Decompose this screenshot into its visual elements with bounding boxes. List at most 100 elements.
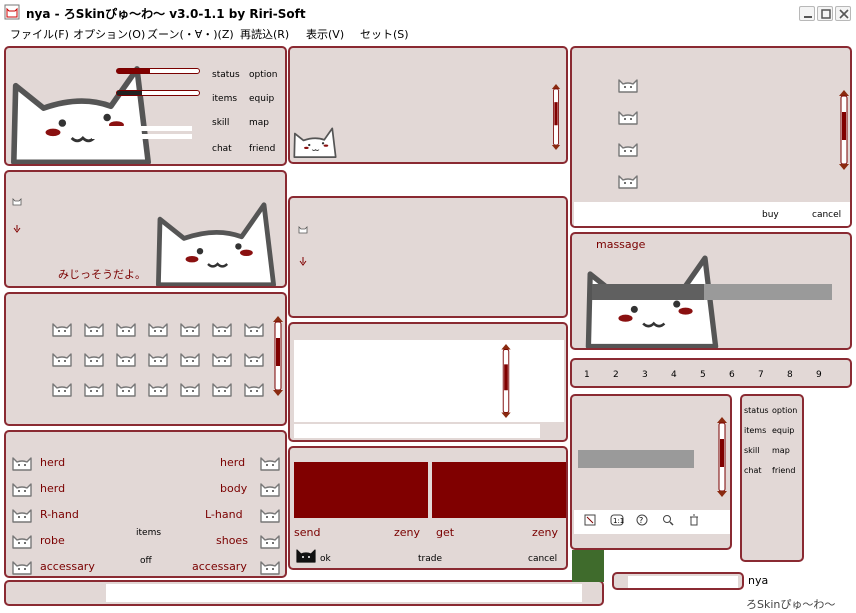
friend-button[interactable]: friend	[249, 144, 275, 154]
inventory-slot-cat-icon[interactable]	[114, 348, 138, 368]
mini-option-button[interactable]: option	[772, 406, 797, 415]
inventory-slot-cat-icon[interactable]	[242, 348, 266, 368]
inventory-slot-cat-icon[interactable]	[178, 378, 202, 398]
shop-slot-cat-icon[interactable]	[616, 170, 640, 190]
maximize-button[interactable]	[817, 6, 833, 21]
map-button[interactable]: map	[249, 118, 269, 128]
items-button[interactable]: items	[212, 94, 237, 104]
menu-file[interactable]: ファイル(F)	[10, 26, 69, 42]
inventory-slot-cat-icon[interactable]	[146, 348, 170, 368]
trash-icon[interactable]	[688, 514, 700, 526]
chat-input[interactable]	[106, 584, 582, 602]
inventory-slot-cat-icon[interactable]	[242, 378, 266, 398]
equip-slot-cat-icon[interactable]	[10, 530, 34, 550]
log-input[interactable]	[294, 424, 540, 438]
guild-window	[288, 196, 568, 318]
inventory-slot-cat-icon[interactable]	[242, 318, 266, 338]
equip-items-button[interactable]: items	[136, 528, 161, 538]
trade-cancel-button[interactable]: cancel	[528, 554, 557, 564]
shop-slot-cat-icon[interactable]	[616, 138, 640, 158]
inventory-slot-cat-icon[interactable]	[210, 318, 234, 338]
hotkey-bar: 1 2 3 4 5 6 7 8 9	[570, 354, 854, 388]
scrollbar[interactable]	[716, 414, 728, 500]
scrollbar[interactable]	[550, 84, 562, 150]
hotkey-slot-3[interactable]: 3	[642, 370, 648, 380]
equip-slot-cat-icon[interactable]	[10, 478, 34, 498]
hotkey-slot-8[interactable]: 8	[787, 370, 793, 380]
menu-option[interactable]: オプション(O)	[73, 26, 145, 42]
inventory-slot-cat-icon[interactable]	[210, 348, 234, 368]
shop-cancel-button[interactable]: cancel	[812, 210, 841, 220]
equip-button[interactable]: equip	[249, 94, 274, 104]
mini-map-button[interactable]: map	[772, 446, 790, 455]
inventory-slot-cat-icon[interactable]	[114, 378, 138, 398]
magnifier-icon[interactable]	[662, 514, 674, 526]
scrollbar[interactable]	[272, 316, 284, 396]
equip-off-button[interactable]: off	[140, 556, 152, 566]
minimize-icon	[804, 16, 812, 18]
mini-equip-button[interactable]: equip	[772, 426, 794, 435]
trade-trade-button[interactable]: trade	[418, 554, 442, 564]
equip-slot-cat-icon[interactable]	[258, 452, 282, 472]
footer-watermark: ろSkinぴゅ～わ～	[746, 598, 836, 611]
equip-slot-cat-icon[interactable]	[258, 530, 282, 550]
inventory-slot-cat-icon[interactable]	[178, 348, 202, 368]
equip-slot-cat-icon[interactable]	[10, 504, 34, 524]
inventory-slot-cat-icon[interactable]	[50, 318, 74, 338]
skill-button[interactable]: skill	[212, 118, 229, 128]
mini-items-button[interactable]: items	[744, 426, 766, 435]
equip-slot-cat-icon[interactable]	[258, 504, 282, 524]
menu-view[interactable]: 表示(V)	[306, 26, 344, 42]
mini-friend-button[interactable]: friend	[772, 466, 795, 475]
mini-skill-button[interactable]: skill	[744, 446, 759, 455]
scrollbar[interactable]	[838, 68, 850, 192]
exp-bar	[92, 126, 192, 131]
log-window	[288, 322, 568, 442]
help-icon[interactable]: ?	[636, 514, 648, 526]
equip-slot-cat-icon[interactable]	[258, 478, 282, 498]
mini-status-button[interactable]: status	[744, 406, 769, 415]
menu-reload[interactable]: 再読込(R)	[240, 26, 289, 42]
inventory-slot-cat-icon[interactable]	[50, 348, 74, 368]
menu-zoom[interactable]: ズーン(・∀・)(Z)	[147, 26, 234, 42]
inventory-slot-cat-icon[interactable]	[82, 318, 106, 338]
hotkey-slot-1[interactable]: 1	[584, 370, 590, 380]
window-title: nya - ろSkinぴゅ～わ～ v3.0-1.1 by Riri-Soft	[26, 7, 306, 21]
inventory-slot-cat-icon[interactable]	[82, 348, 106, 368]
hotkey-slot-7[interactable]: 7	[758, 370, 764, 380]
inventory-slot-cat-icon[interactable]	[210, 378, 234, 398]
inventory-slot-cat-icon[interactable]	[146, 378, 170, 398]
inventory-slot-cat-icon[interactable]	[178, 318, 202, 338]
inventory-slot-cat-icon[interactable]	[114, 318, 138, 338]
arrow-down-icon[interactable]	[298, 256, 308, 268]
equip-slot-cat-icon[interactable]	[10, 556, 34, 576]
chat-button[interactable]: chat	[212, 144, 232, 154]
status-button[interactable]: status	[212, 70, 240, 80]
one-to-one-icon[interactable]: 1:1	[610, 514, 624, 526]
svg-text:1:1: 1:1	[613, 517, 624, 525]
arrow-down-icon[interactable]	[12, 224, 22, 234]
mini-chat-button[interactable]: chat	[744, 466, 762, 475]
hotkey-slot-6[interactable]: 6	[729, 370, 735, 380]
shop-slot-cat-icon[interactable]	[616, 74, 640, 94]
option-button[interactable]: option	[249, 70, 277, 80]
hotkey-slot-9[interactable]: 9	[816, 370, 822, 380]
equip-slot-cat-icon[interactable]	[10, 452, 34, 472]
hotkey-slot-2[interactable]: 2	[613, 370, 619, 380]
hotkey-slot-4[interactable]: 4	[671, 370, 677, 380]
inventory-slot-cat-icon[interactable]	[82, 378, 106, 398]
resize-icon[interactable]	[584, 514, 596, 526]
minimize-button[interactable]	[799, 6, 815, 21]
inventory-slot-cat-icon[interactable]	[50, 378, 74, 398]
inventory-slot-cat-icon[interactable]	[146, 318, 170, 338]
equip-slot-cat-icon[interactable]	[258, 556, 282, 576]
hotkey-slot-5[interactable]: 5	[700, 370, 706, 380]
close-button[interactable]	[835, 6, 851, 21]
scrollbar[interactable]	[500, 344, 512, 418]
shop-slot-cat-icon[interactable]	[616, 106, 640, 126]
trade-ok-button[interactable]: ok	[320, 554, 331, 564]
whisper-input[interactable]	[628, 576, 738, 588]
equip-slot-label: accessary	[192, 560, 247, 573]
menu-set[interactable]: セット(S)	[360, 26, 409, 42]
shop-buy-button[interactable]: buy	[762, 210, 779, 220]
